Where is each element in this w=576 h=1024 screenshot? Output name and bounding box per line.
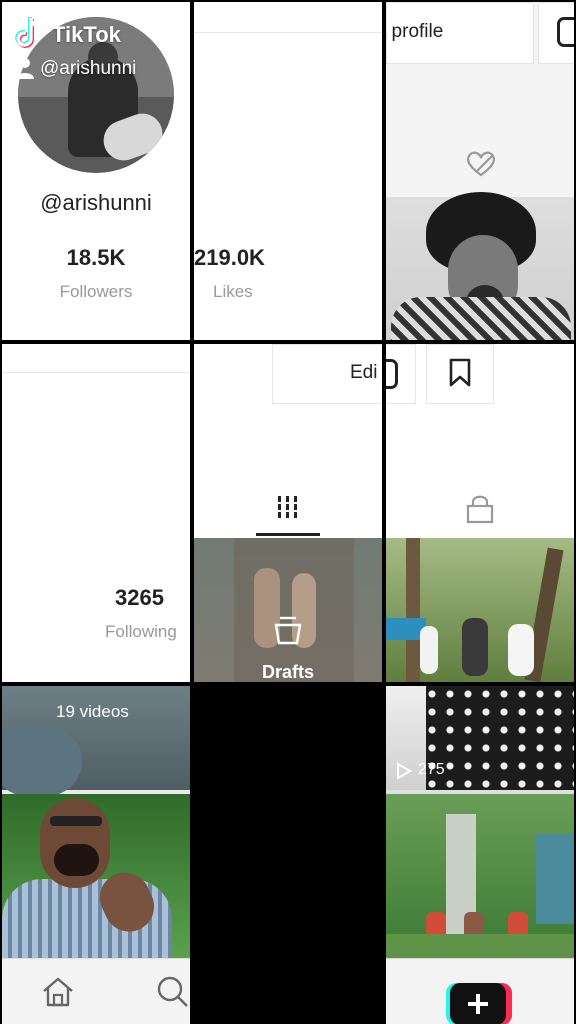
drafts-background: 19 videos xyxy=(2,686,190,796)
tile-blank xyxy=(194,686,382,1024)
videos-tab-indicator xyxy=(256,533,320,536)
instagram-button[interactable] xyxy=(538,2,574,64)
following-count: 3265 xyxy=(115,585,164,610)
tile-drafts-tab: Edi Drafts xyxy=(194,344,382,682)
profile-username: @arishunni xyxy=(40,190,152,215)
bottom-nav xyxy=(386,958,574,1024)
grid-icon[interactable] xyxy=(276,494,300,520)
likes-count: 219.0K xyxy=(194,245,265,270)
drafts-label: Drafts xyxy=(261,662,314,682)
tiktok-logo-icon xyxy=(15,17,42,48)
video-thumbnail[interactable] xyxy=(2,794,190,969)
lock-icon[interactable] xyxy=(466,494,494,524)
likes-label: Likes xyxy=(213,282,253,301)
bookmark-button[interactable] xyxy=(426,344,494,404)
instagram-icon xyxy=(557,17,574,47)
liked-video-thumbnail[interactable] xyxy=(386,192,574,340)
video-views: 275 xyxy=(418,761,445,778)
tile-likes: 219.0K Likes xyxy=(194,2,382,340)
drafts-count: 19 videos xyxy=(56,702,129,721)
user-icon xyxy=(16,58,34,79)
create-button[interactable] xyxy=(446,983,512,1024)
tiktok-watermark: TikTok @arishunni xyxy=(12,16,192,86)
followers-label[interactable]: Followers xyxy=(2,282,190,302)
video-thumbnail[interactable]: 275 xyxy=(386,686,574,790)
plus-icon xyxy=(468,994,488,1014)
bookmark-icon xyxy=(449,358,471,387)
tile-drafts-count: 19 videos xyxy=(2,686,190,1024)
drafts-icon xyxy=(274,616,302,645)
instagram-button[interactable] xyxy=(386,344,416,404)
heart-hidden-icon[interactable] xyxy=(464,148,498,178)
bottom-nav xyxy=(2,958,190,1024)
divider xyxy=(194,32,382,33)
tile-following: 3265 Following xyxy=(2,344,190,682)
tile-liked: t profile xyxy=(386,2,574,340)
watermark-handle: @arishunni xyxy=(40,58,137,79)
edit-button[interactable]: Edi xyxy=(272,344,382,404)
instagram-icon xyxy=(386,359,398,389)
search-icon[interactable] xyxy=(156,975,190,1009)
watermark-brand: TikTok xyxy=(52,22,121,47)
drafts-thumbnail[interactable]: Drafts xyxy=(194,538,382,682)
following-label[interactable]: Following xyxy=(105,622,177,642)
tile-video: 275 xyxy=(386,686,574,1024)
video-thumbnail[interactable] xyxy=(386,538,574,682)
followers-count: 18.5K xyxy=(66,245,126,270)
video-thumbnail[interactable] xyxy=(386,794,574,958)
divider xyxy=(2,372,190,373)
home-icon[interactable] xyxy=(40,975,76,1009)
edit-profile-button[interactable]: t profile xyxy=(386,2,534,64)
edit-label: Edi xyxy=(350,362,378,383)
play-icon xyxy=(397,762,412,780)
edit-profile-label: t profile xyxy=(386,21,444,42)
tile-private-tab xyxy=(386,344,574,682)
